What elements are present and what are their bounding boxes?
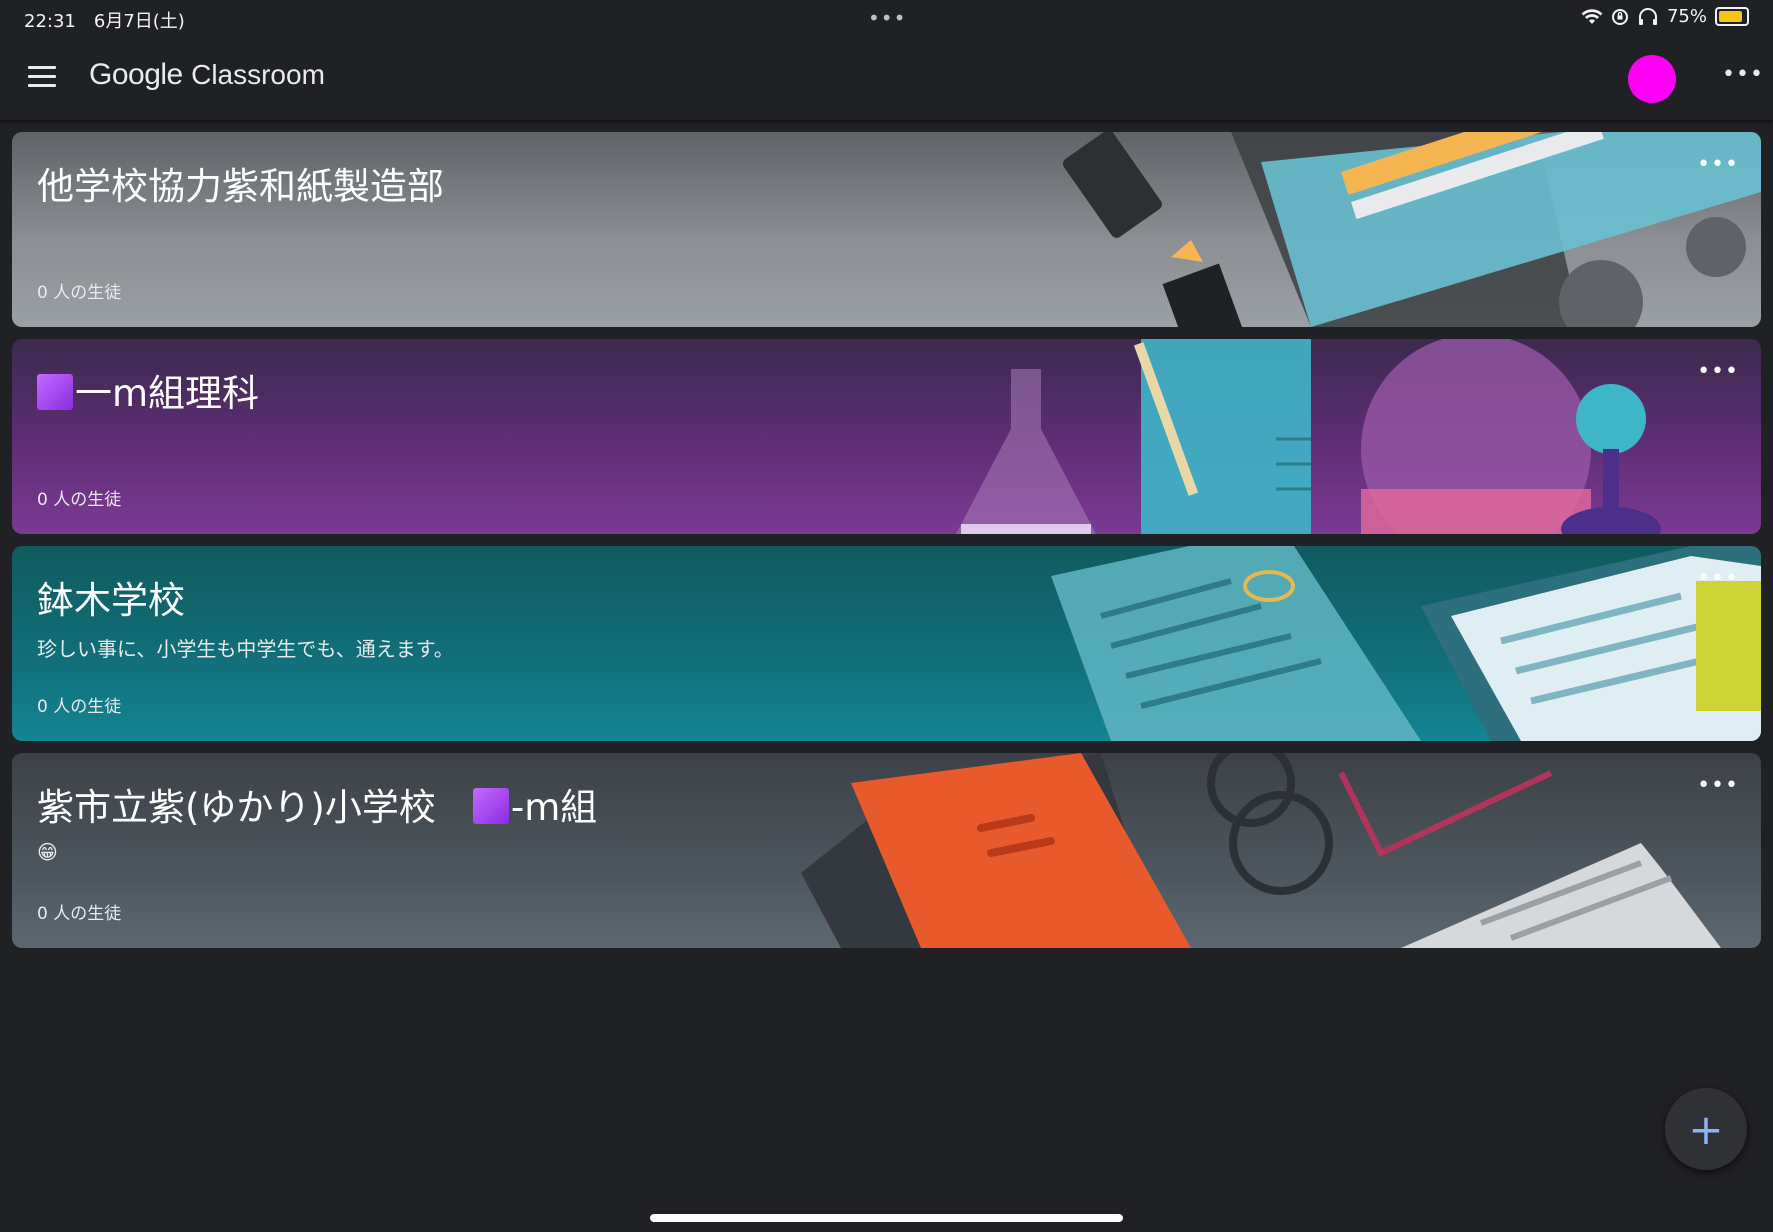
battery-icon [1715,7,1749,26]
app-bar: Google Classroom ••• [0,36,1773,120]
student-count: 0 人の生徒 [37,697,122,717]
multitasking-dots[interactable]: ••• [868,6,906,30]
class-card[interactable]: 一m組理科 0 人の生徒 ••• [12,339,1761,534]
student-count: 0 人の生徒 [37,283,122,303]
class-card[interactable]: 紫市立紫(ゆかり)小学校 -m組 😁 0 人の生徒 ••• [12,753,1761,948]
purple-square-icon [37,374,73,410]
student-count: 0 人の生徒 [37,904,122,924]
orientation-lock-icon [1611,8,1628,25]
account-avatar[interactable] [1628,55,1676,103]
status-date: 6月7日(土) [93,11,185,32]
hamburger-menu-icon[interactable] [28,66,56,88]
class-section-emoji: 😁 [37,840,58,864]
card-illustration [1062,132,1761,327]
class-card[interactable]: 鉢木学校 珍しい事に、小学生も中学生でも、通えます。 0 人の生徒 ••• [12,546,1761,741]
status-bar: 22:31 6月7日(土) ••• 75% [0,0,1773,36]
status-time: 22:31 [24,11,76,32]
status-left: 22:31 6月7日(土) [24,7,203,33]
battery-percent: 75% [1666,6,1707,27]
class-section: 珍しい事に、小学生も中学生でも、通えます。 [37,637,454,661]
status-right: 75% [1581,6,1749,27]
brand-product: Classroom [191,59,325,90]
card-illustration [956,339,1661,534]
card-more-icon[interactable]: ••• [1697,566,1739,591]
card-more-icon[interactable]: ••• [1697,359,1739,384]
class-title[interactable]: 鉢木学校 [37,570,185,624]
student-count: 0 人の生徒 [37,490,122,510]
headphones-icon [1638,7,1657,25]
class-title[interactable]: 一m組理科 [37,363,259,417]
class-title-part2: -m組 [510,786,598,829]
home-indicator[interactable] [650,1214,1123,1222]
class-title[interactable]: 他学校協力紫和紙製造部 [37,156,444,210]
more-options-icon[interactable]: ••• [1722,62,1764,87]
add-class-button[interactable]: + [1665,1088,1747,1170]
app-logo: Google Classroom [89,58,325,92]
class-card[interactable]: 他学校協力紫和紙製造部 0 人の生徒 ••• [12,132,1761,327]
wifi-icon [1581,8,1603,24]
class-title[interactable]: 紫市立紫(ゆかり)小学校 -m組 [37,777,597,831]
class-title-part1: 紫市立紫(ゆかり)小学校 [37,786,473,829]
card-illustration [1051,546,1761,741]
card-illustration [801,753,1721,948]
card-more-icon[interactable]: ••• [1697,152,1739,177]
battery-fill [1719,11,1742,22]
class-title-text: 一m組理科 [75,372,260,415]
card-more-icon[interactable]: ••• [1697,773,1739,798]
brand-google: Google [89,58,183,91]
purple-square-icon [472,788,509,824]
